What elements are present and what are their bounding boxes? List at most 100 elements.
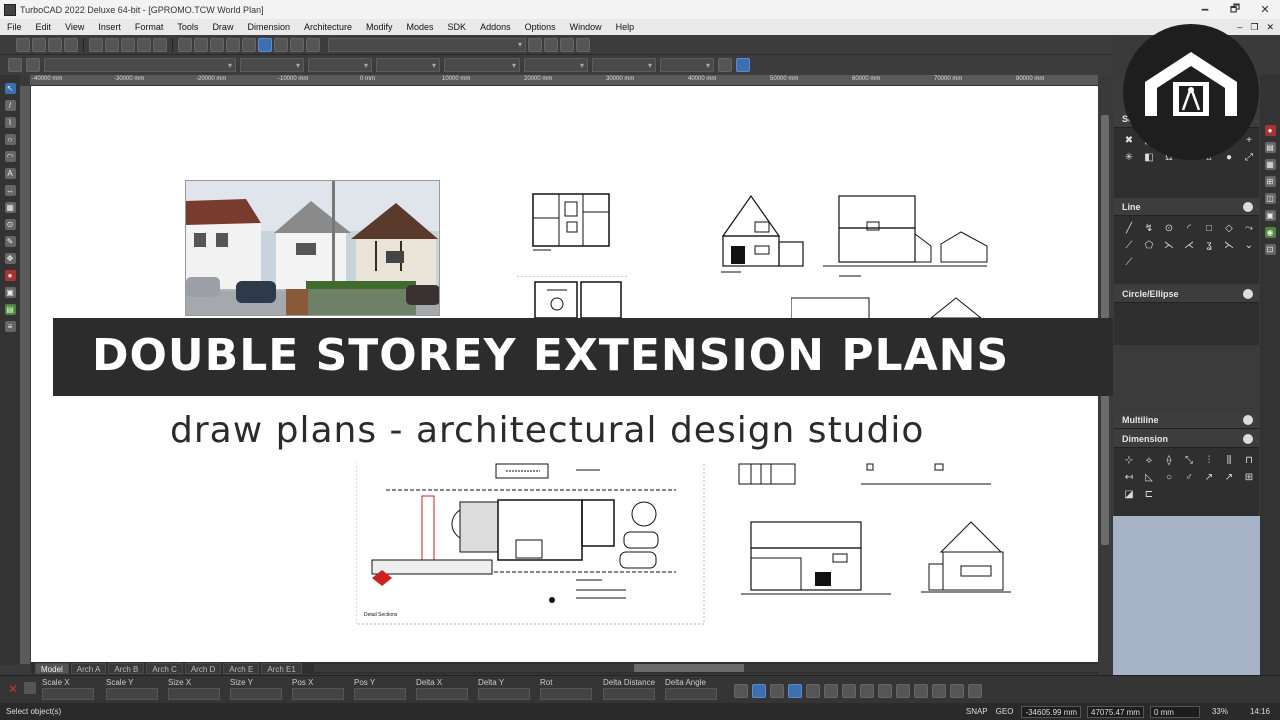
collapse-icon[interactable] xyxy=(1243,288,1253,299)
dimension-tool-icon[interactable]: ↔ xyxy=(4,185,16,196)
zoom-extents-icon[interactable] xyxy=(226,37,240,52)
polygon-icon[interactable]: ◇ xyxy=(1222,222,1236,236)
dimension-icon[interactable]: ⟠ xyxy=(1162,454,1176,468)
dimension-icon[interactable]: ⊏ xyxy=(1142,488,1156,502)
workplane-dropdown[interactable]: ▾ xyxy=(328,37,526,52)
mode-icon[interactable] xyxy=(968,684,982,698)
lineweight-dropdown[interactable]: ▾ xyxy=(376,58,440,72)
mode-icon[interactable] xyxy=(878,684,892,698)
gear-icon[interactable] xyxy=(8,58,22,72)
menu-format[interactable]: Format xyxy=(128,22,171,32)
mode-icon[interactable] xyxy=(770,684,784,698)
delta-distance-input[interactable] xyxy=(603,688,655,700)
tool-icon[interactable]: ▣ xyxy=(1264,210,1276,221)
scale-dropdown[interactable]: ▾ xyxy=(660,58,714,72)
line-icon[interactable]: ⟋ xyxy=(1122,239,1136,253)
delta-x-field[interactable]: Delta X xyxy=(416,678,468,700)
multiline-icon[interactable]: ⋌ xyxy=(1182,239,1196,253)
dimension-icon[interactable] xyxy=(576,37,590,52)
dimension-icon[interactable]: ⤡ xyxy=(1182,454,1196,468)
grid-icon[interactable] xyxy=(560,37,574,52)
cancel-icon[interactable]: ✕ xyxy=(8,682,20,696)
rotation-field[interactable]: Rot xyxy=(540,678,592,700)
layers-tool-icon[interactable]: ≡ xyxy=(4,321,16,332)
open-file-icon[interactable] xyxy=(32,37,46,52)
pencil-icon[interactable] xyxy=(718,58,732,72)
dimension-icon[interactable]: ◪ xyxy=(1122,488,1136,502)
horizontal-scroll-thumb[interactable] xyxy=(633,664,744,672)
tab-arch-e1[interactable]: Arch E1 xyxy=(261,662,302,674)
geo-toggle[interactable]: GEO xyxy=(996,707,1014,716)
tool-icon[interactable]: ▤ xyxy=(1264,142,1276,153)
text-tool-icon[interactable]: A xyxy=(4,168,16,179)
size-y-field[interactable]: Size Y xyxy=(230,678,282,700)
library-icon[interactable]: ▤ xyxy=(4,304,16,315)
menu-architecture[interactable]: Architecture xyxy=(297,22,359,32)
tool-icon[interactable]: ◫ xyxy=(1264,193,1276,204)
copy-icon[interactable] xyxy=(105,37,119,52)
wand-icon[interactable]: ⟋ xyxy=(1122,256,1136,270)
menu-modify[interactable]: Modify xyxy=(359,22,400,32)
layout-icon[interactable] xyxy=(544,37,558,52)
paste-icon[interactable] xyxy=(121,37,135,52)
polyline-tool-icon[interactable]: ⌇ xyxy=(4,117,16,128)
palette-line-header[interactable]: Line xyxy=(1114,198,1259,216)
tab-arch-d[interactable]: Arch D xyxy=(184,662,222,674)
menu-window[interactable]: Window xyxy=(563,22,609,32)
size-x-input[interactable] xyxy=(168,688,220,700)
tool-icon[interactable]: ▦ xyxy=(1264,159,1276,170)
inspector-toggle-icon[interactable] xyxy=(24,682,36,694)
properties-icon[interactable] xyxy=(306,37,320,52)
move-tool-icon[interactable]: ✥ xyxy=(4,253,16,264)
tool-icon[interactable]: ◉ xyxy=(1264,227,1276,238)
collapse-icon[interactable] xyxy=(1243,414,1253,425)
dimension-icon[interactable]: ⫼ xyxy=(1222,454,1236,468)
tab-arch-a[interactable]: Arch A xyxy=(70,662,107,674)
redo-icon[interactable] xyxy=(153,37,167,52)
arc-icon[interactable]: ◜ xyxy=(1182,222,1196,236)
tool-icon[interactable]: ⊞ xyxy=(1264,176,1276,187)
rectangle-icon[interactable]: □ xyxy=(1202,222,1216,236)
fill-dropdown[interactable]: ▾ xyxy=(524,58,588,72)
polyline-icon[interactable]: ↯ xyxy=(1142,222,1156,236)
line-tool-icon[interactable]: / xyxy=(4,100,16,111)
color-dropdown[interactable]: ▾ xyxy=(240,58,304,72)
dimension-icon[interactable]: ⊞ xyxy=(1242,471,1256,485)
print-icon[interactable] xyxy=(64,37,78,52)
zoom-window-icon[interactable] xyxy=(210,37,224,52)
measure-icon[interactable] xyxy=(528,37,542,52)
close-button[interactable]: ✕ xyxy=(1250,3,1280,16)
mode-icon[interactable] xyxy=(860,684,874,698)
curve-icon[interactable]: ⤳ xyxy=(1242,222,1256,236)
menu-options[interactable]: Options xyxy=(518,22,563,32)
coord-z-readout[interactable]: 0 mm xyxy=(1149,705,1200,718)
multiline-icon[interactable]: ⋋ xyxy=(1222,239,1236,253)
minimize-button[interactable]: 🗕 xyxy=(1190,0,1220,19)
tool-icon[interactable]: ⊡ xyxy=(1264,244,1276,255)
block-tool-icon[interactable]: ▣ xyxy=(4,287,16,298)
restore-button[interactable]: 🗗 xyxy=(1220,0,1250,19)
circle-tool-icon[interactable]: ○ xyxy=(4,134,16,145)
mode-icon[interactable] xyxy=(734,684,748,698)
menu-dimension[interactable]: Dimension xyxy=(240,22,297,32)
palette-dimension-header[interactable]: Dimension xyxy=(1114,430,1259,448)
menu-insert[interactable]: Insert xyxy=(91,22,128,32)
dimension-icon[interactable]: ⊓ xyxy=(1242,454,1256,468)
delta-angle-input[interactable] xyxy=(665,688,717,700)
menu-modes[interactable]: Modes xyxy=(400,22,441,32)
modify-tool-icon[interactable]: ✎ xyxy=(4,236,16,247)
collapse-icon[interactable] xyxy=(1243,201,1253,212)
snap-tool-icon[interactable]: ⊙ xyxy=(4,219,16,230)
mode-icon[interactable] xyxy=(752,684,766,698)
tab-model[interactable]: Model xyxy=(35,662,69,674)
dimension-icon[interactable]: ↗ xyxy=(1202,471,1216,485)
delta-angle-field[interactable]: Delta Angle xyxy=(665,678,717,700)
spline-icon[interactable]: ʓ xyxy=(1202,239,1216,253)
mode-icon[interactable] xyxy=(842,684,856,698)
layer-dropdown[interactable]: ▾ xyxy=(44,58,236,72)
mode-icon[interactable] xyxy=(914,684,928,698)
dimension-icon[interactable]: ⟡ xyxy=(1142,454,1156,468)
pos-y-field[interactable]: Pos Y xyxy=(354,678,406,700)
multiline-icon[interactable]: ⋋ xyxy=(1162,239,1176,253)
menu-file[interactable]: File xyxy=(0,22,29,32)
